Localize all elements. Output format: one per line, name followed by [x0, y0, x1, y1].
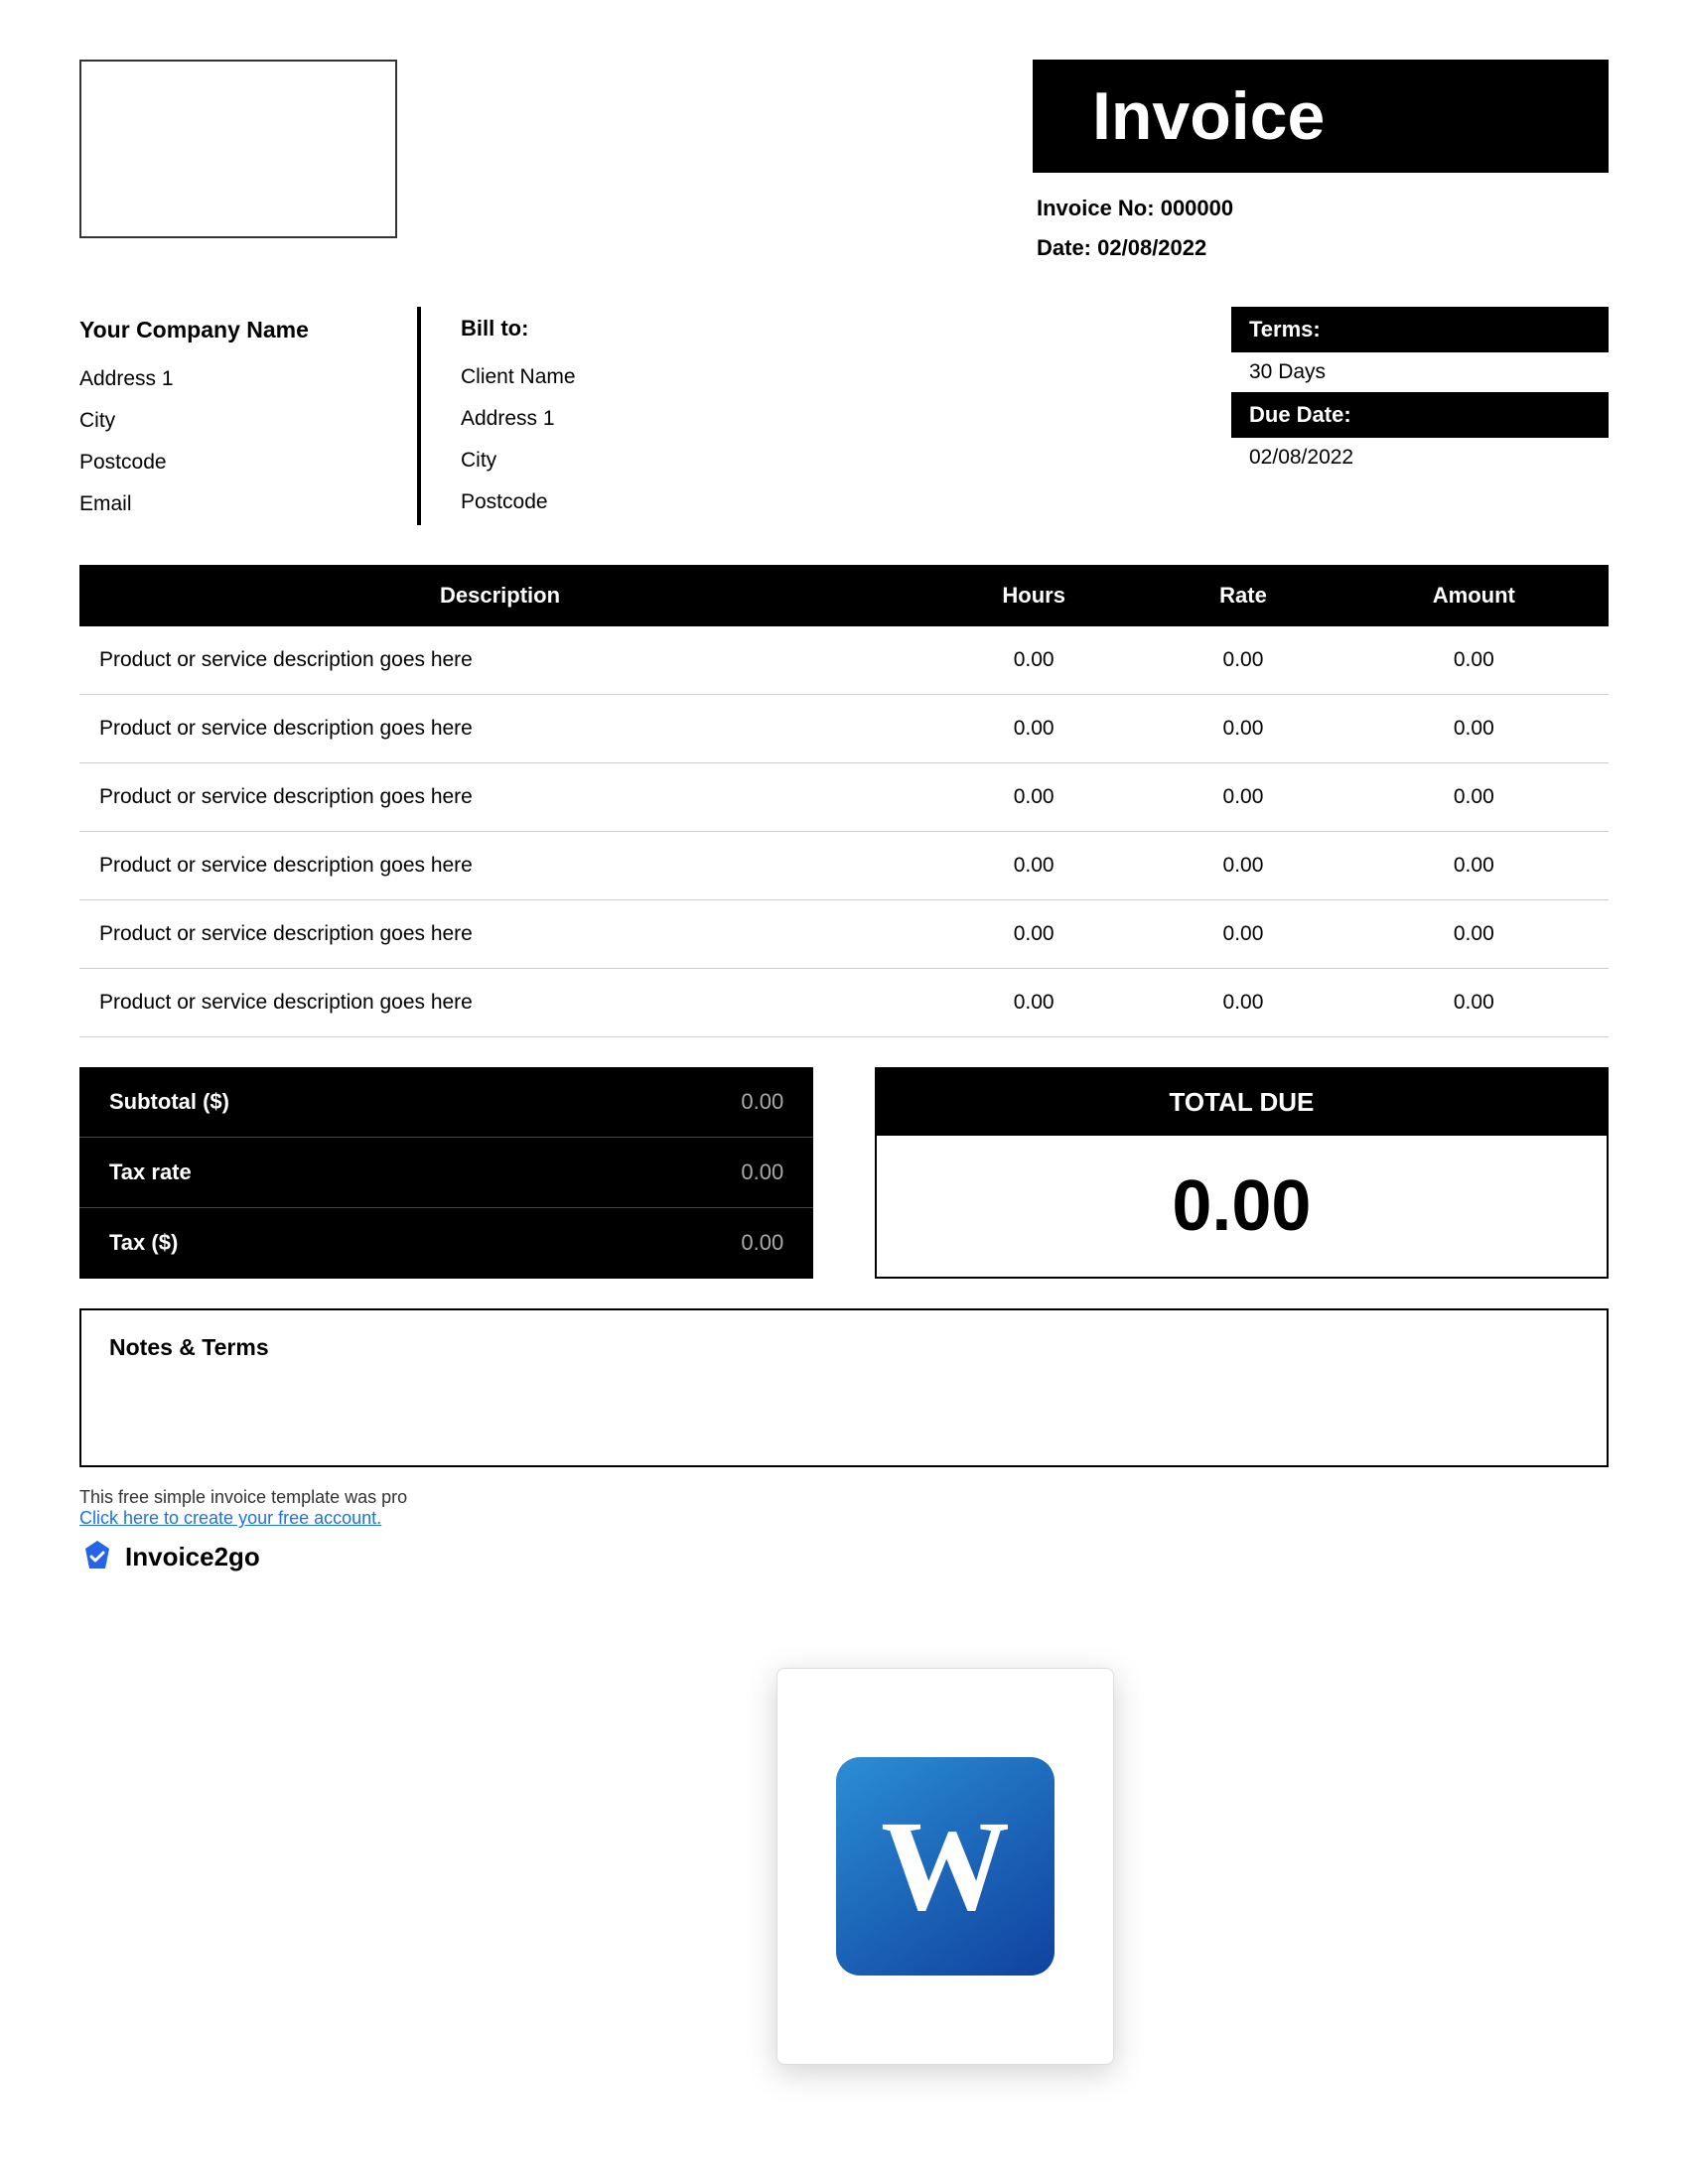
info-section: Your Company Name Address 1 City Postcod…: [79, 307, 1609, 525]
invoice-title: Invoice: [1033, 60, 1609, 173]
invoice-no-value: 000000: [1161, 196, 1233, 220]
row-rate: 0.00: [1147, 763, 1338, 832]
company-name: Your Company Name: [79, 307, 377, 352]
date-value: 02/08/2022: [1097, 235, 1206, 260]
company-postcode: Postcode: [79, 442, 377, 483]
table-row: Product or service description goes here…: [79, 900, 1609, 969]
row-description: Product or service description goes here: [79, 695, 920, 763]
bill-block: Bill to: Client Name Address 1 City Post…: [461, 307, 759, 525]
table-row: Product or service description goes here…: [79, 969, 1609, 1037]
row-amount: 0.00: [1339, 832, 1609, 900]
row-hours: 0.00: [920, 832, 1147, 900]
row-amount: 0.00: [1339, 626, 1609, 695]
row-amount: 0.00: [1339, 763, 1609, 832]
logo-box: [79, 60, 397, 238]
notes-title: Notes & Terms: [109, 1334, 1579, 1361]
tax-rate-value: 0.00: [741, 1160, 783, 1185]
row-hours: 0.00: [920, 969, 1147, 1037]
bill-city: City: [461, 440, 759, 481]
notes-section: Notes & Terms: [79, 1308, 1609, 1467]
row-rate: 0.00: [1147, 969, 1338, 1037]
row-description: Product or service description goes here: [79, 626, 920, 695]
footer-link[interactable]: Click here to create your free account.: [79, 1508, 381, 1528]
subtotal-value: 0.00: [741, 1089, 783, 1115]
row-rate: 0.00: [1147, 900, 1338, 969]
row-description: Product or service description goes here: [79, 900, 920, 969]
table-header-row: Description Hours Rate Amount: [79, 565, 1609, 626]
brand-name: Invoice2go: [125, 1542, 260, 1572]
col-amount: Amount: [1339, 565, 1609, 626]
row-hours: 0.00: [920, 900, 1147, 969]
tax-rate-label: Tax rate: [109, 1160, 192, 1185]
tax-label: Tax ($): [109, 1230, 178, 1256]
tax-row: Tax ($) 0.00: [79, 1208, 813, 1278]
row-hours: 0.00: [920, 695, 1147, 763]
tax-rate-row: Tax rate 0.00: [79, 1138, 813, 1208]
footer-brand: Invoice2go: [79, 1539, 1609, 1574]
footer-section: This free simple invoice template was pr…: [79, 1487, 1609, 1574]
terms-block: Terms: 30 Days Due Date: 02/08/2022: [1231, 307, 1609, 525]
brand-icon: [79, 1539, 115, 1574]
divider-line: [417, 307, 421, 525]
row-description: Product or service description goes here: [79, 763, 920, 832]
row-hours: 0.00: [920, 626, 1147, 695]
row-hours: 0.00: [920, 763, 1147, 832]
word-popup: W: [776, 1668, 1114, 2065]
terms-value: 30 Days: [1231, 352, 1609, 392]
company-address1: Address 1: [79, 358, 377, 400]
table-row: Product or service description goes here…: [79, 763, 1609, 832]
row-rate: 0.00: [1147, 832, 1338, 900]
client-name: Client Name: [461, 356, 759, 398]
col-description: Description: [79, 565, 920, 626]
total-due-label: TOTAL DUE: [877, 1069, 1607, 1136]
date-label: Date:: [1037, 235, 1091, 260]
due-date-value: 02/08/2022: [1231, 438, 1609, 478]
word-icon: W: [836, 1757, 1055, 1976]
table-row: Product or service description goes here…: [79, 695, 1609, 763]
col-hours: Hours: [920, 565, 1147, 626]
col-rate: Rate: [1147, 565, 1338, 626]
row-description: Product or service description goes here: [79, 969, 920, 1037]
invoice-no-line: Invoice No: 000000: [1037, 189, 1609, 228]
bill-postcode: Postcode: [461, 481, 759, 523]
subtotal-label: Subtotal ($): [109, 1089, 229, 1115]
promo-text: This free simple invoice template was pr…: [79, 1487, 1609, 1508]
bill-to-label: Bill to:: [461, 307, 759, 350]
row-amount: 0.00: [1339, 900, 1609, 969]
table-row: Product or service description goes here…: [79, 626, 1609, 695]
company-block: Your Company Name Address 1 City Postcod…: [79, 307, 377, 525]
header-section: Invoice Invoice No: 000000 Date: 02/08/2…: [79, 60, 1609, 267]
bottom-section: Subtotal ($) 0.00 Tax rate 0.00 Tax ($) …: [79, 1067, 1609, 1279]
date-line: Date: 02/08/2022: [1037, 228, 1609, 268]
invoice-no-label: Invoice No:: [1037, 196, 1155, 220]
company-city: City: [79, 400, 377, 442]
subtotal-block: Subtotal ($) 0.00 Tax rate 0.00 Tax ($) …: [79, 1067, 813, 1279]
row-amount: 0.00: [1339, 969, 1609, 1037]
bill-address1: Address 1: [461, 398, 759, 440]
row-description: Product or service description goes here: [79, 832, 920, 900]
tax-value: 0.00: [741, 1230, 783, 1256]
invoice-meta: Invoice No: 000000 Date: 02/08/2022: [1033, 189, 1609, 267]
due-date-label: Due Date:: [1231, 392, 1609, 438]
total-due-amount: 0.00: [877, 1136, 1607, 1277]
subtotal-row: Subtotal ($) 0.00: [79, 1067, 813, 1138]
invoice-table: Description Hours Rate Amount Product or…: [79, 565, 1609, 1037]
row-amount: 0.00: [1339, 695, 1609, 763]
table-row: Product or service description goes here…: [79, 832, 1609, 900]
row-rate: 0.00: [1147, 626, 1338, 695]
company-email: Email: [79, 483, 377, 525]
total-due-block: TOTAL DUE 0.00: [875, 1067, 1609, 1279]
word-letter: W: [881, 1802, 1010, 1931]
terms-label: Terms:: [1231, 307, 1609, 352]
row-rate: 0.00: [1147, 695, 1338, 763]
invoice-title-block: Invoice Invoice No: 000000 Date: 02/08/2…: [1033, 60, 1609, 267]
